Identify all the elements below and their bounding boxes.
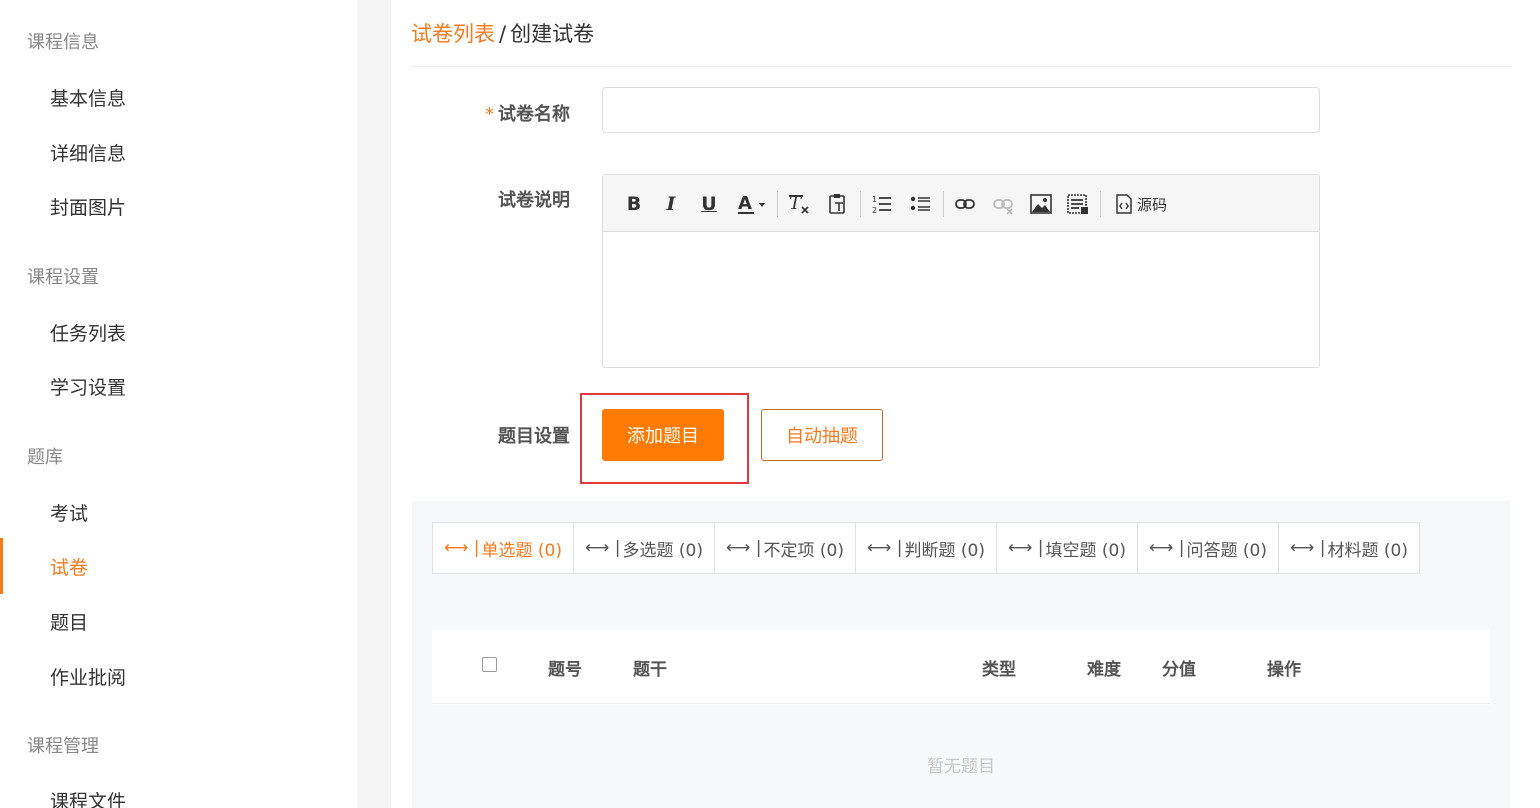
sidebar-item-task-list[interactable]: 任务列表 xyxy=(50,319,126,346)
bold-icon[interactable]: B xyxy=(621,191,647,217)
sidebar-group-question-bank: 题库 xyxy=(27,447,63,468)
editor-content-area[interactable] xyxy=(603,232,1319,367)
paste-text-icon[interactable] xyxy=(825,191,851,217)
underline-icon[interactable]: U xyxy=(696,191,722,217)
breadcrumb-paper-list-link[interactable]: 试卷列表 xyxy=(411,22,495,46)
sidebar-group-course-settings: 课程设置 xyxy=(27,267,99,288)
auto-draw-questions-button[interactable]: 自动抽题 xyxy=(761,409,883,461)
table-icon[interactable] xyxy=(1065,191,1091,217)
svg-text:2: 2 xyxy=(872,206,877,215)
paper-name-label: * 试卷名称 xyxy=(485,104,570,125)
sidebar-item-homework-review[interactable]: 作业批阅 xyxy=(50,663,126,690)
question-panel: ⟷ | 单选题 (0) ⟷ | 多选题 (0) ⟷ | 不定项 (0) ⟷ | 判断题 … xyxy=(412,501,1510,808)
rich-text-editor: B I U A T 12 源码 xyxy=(602,174,1320,368)
tab-essay[interactable]: ⟷ | 问答题 (0) xyxy=(1138,523,1279,573)
drag-handle-icon: ⟷ | xyxy=(1149,538,1185,558)
sidebar-item-questions[interactable]: 题目 xyxy=(50,608,88,635)
select-all-checkbox[interactable] xyxy=(482,657,497,672)
header-score: 分值 xyxy=(1162,660,1196,680)
tab-material[interactable]: ⟷ | 材料题 (0) xyxy=(1279,523,1419,573)
sidebar-item-study-settings[interactable]: 学习设置 xyxy=(50,373,126,400)
sidebar-group-course-management: 课程管理 xyxy=(27,736,99,757)
drag-handle-icon: ⟷ | xyxy=(1290,538,1326,558)
main-content: 试卷列表 / 创建试卷 * 试卷名称 试卷说明 B I U A T 1 2 源码… xyxy=(391,0,1540,808)
breadcrumb-separator: / xyxy=(499,22,507,46)
sidebar-item-course-files[interactable]: 课程文件 xyxy=(50,787,126,808)
question-type-tabs: ⟷ | 单选题 (0) ⟷ | 多选题 (0) ⟷ | 不定项 (0) ⟷ | 判断题 … xyxy=(432,522,1420,574)
sidebar: 课程信息 基本信息 详细信息 封面图片 课程设置 任务列表 学习设置 题库 考试… xyxy=(0,0,357,808)
tab-fill-blank[interactable]: ⟷ | 填空题 (0) xyxy=(997,523,1138,573)
empty-state-text: 暂无题目 xyxy=(927,757,995,777)
unordered-list-icon[interactable] xyxy=(908,191,934,217)
drag-handle-icon: ⟷ | xyxy=(444,538,480,558)
sidebar-item-exam[interactable]: 考试 xyxy=(50,499,88,526)
link-icon[interactable] xyxy=(952,191,978,217)
paper-desc-label: 试卷说明 xyxy=(498,190,570,211)
source-code-button[interactable]: 源码 xyxy=(1111,191,1171,217)
editor-toolbar: B I U A T 12 源码 xyxy=(603,175,1319,232)
required-mark: * xyxy=(485,104,494,125)
drag-handle-icon: ⟷ | xyxy=(1008,538,1044,558)
source-code-icon xyxy=(1116,194,1132,214)
sidebar-item-papers[interactable]: 试卷 xyxy=(50,553,88,580)
clear-format-icon[interactable]: T xyxy=(787,191,813,217)
sidebar-item-cover-image[interactable]: 封面图片 xyxy=(50,193,126,220)
table-header: 题号 题干 类型 难度 分值 操作 xyxy=(432,630,1490,704)
tab-multiple-choice[interactable]: ⟷ | 多选题 (0) xyxy=(574,523,715,573)
sidebar-item-basic-info[interactable]: 基本信息 xyxy=(50,84,126,111)
drag-handle-icon: ⟷ | xyxy=(585,538,621,558)
header-difficulty: 难度 xyxy=(1087,660,1121,680)
sidebar-item-detail-info[interactable]: 详细信息 xyxy=(50,139,126,166)
add-question-button[interactable]: 添加题目 xyxy=(602,409,724,461)
svg-text:1: 1 xyxy=(872,195,877,204)
source-code-label: 源码 xyxy=(1136,195,1167,214)
image-icon[interactable] xyxy=(1028,191,1054,217)
header-number: 题号 xyxy=(548,660,582,680)
app-root: 课程信息 基本信息 详细信息 封面图片 课程设置 任务列表 学习设置 题库 考试… xyxy=(0,0,1540,808)
italic-icon[interactable]: I xyxy=(658,191,684,217)
sidebar-active-indicator xyxy=(0,538,3,594)
sidebar-group-course-info: 课程信息 xyxy=(27,32,99,53)
breadcrumb: 试卷列表 / 创建试卷 xyxy=(411,18,594,48)
tab-single-choice[interactable]: ⟷ | 单选题 (0) xyxy=(433,523,574,573)
svg-text:A: A xyxy=(738,193,752,214)
tab-indefinite-choice[interactable]: ⟷ | 不定项 (0) xyxy=(715,523,856,573)
table-body: 暂无题目 xyxy=(432,705,1490,808)
header-type: 类型 xyxy=(982,660,1016,680)
header-divider xyxy=(411,66,1511,67)
header-stem: 题干 xyxy=(633,660,667,680)
header-actions: 操作 xyxy=(1267,660,1301,680)
font-color-icon[interactable]: A xyxy=(735,191,771,217)
unlink-icon[interactable] xyxy=(990,191,1016,217)
tab-true-false[interactable]: ⟷ | 判断题 (0) xyxy=(856,523,997,573)
question-settings-label: 题目设置 xyxy=(498,426,570,447)
breadcrumb-current: 创建试卷 xyxy=(510,22,595,46)
paper-name-input[interactable] xyxy=(602,87,1320,133)
question-table: 题号 题干 类型 难度 分值 操作 暂无题目 xyxy=(432,630,1490,808)
drag-handle-icon: ⟷ | xyxy=(867,538,903,558)
ordered-list-icon[interactable]: 12 xyxy=(869,191,895,217)
drag-handle-icon: ⟷ | xyxy=(726,538,762,558)
